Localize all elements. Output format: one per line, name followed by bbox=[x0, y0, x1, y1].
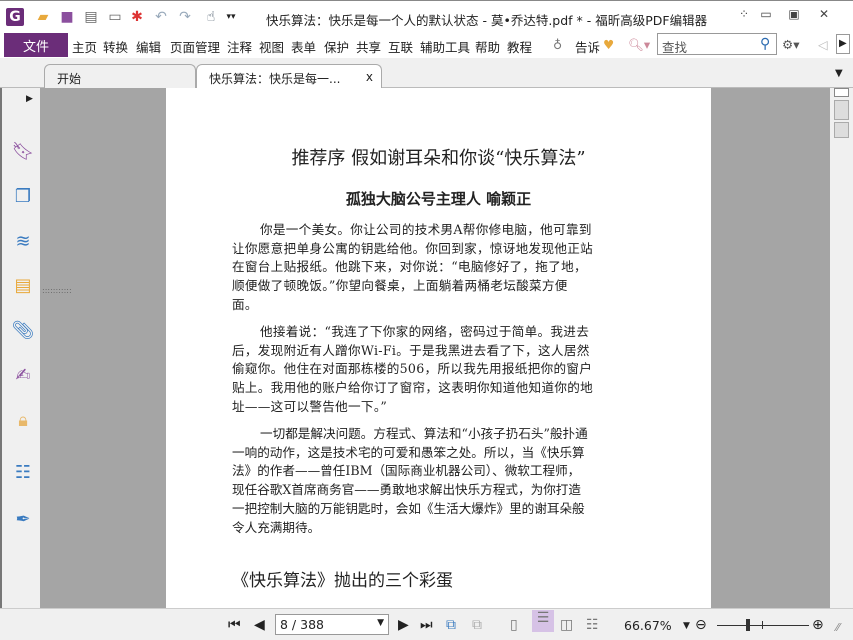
search-input[interactable]: 查找 bbox=[657, 33, 777, 55]
bookmark-icon[interactable]: 🔖︎ bbox=[10, 138, 36, 164]
tab-label: 快乐算法：快乐是每一... bbox=[209, 72, 341, 86]
menu-comment[interactable]: 注释 bbox=[227, 37, 252, 56]
document-subtitle: 孤独大脑公号主理人 喻颖正 bbox=[345, 190, 532, 208]
customize-dropdown-icon[interactable]: ▾▾ bbox=[222, 8, 240, 26]
print-icon[interactable]: ▤ bbox=[82, 8, 100, 26]
menu-protect[interactable]: 保护 bbox=[324, 37, 349, 56]
page-number: 8 / 388 bbox=[280, 617, 324, 632]
title-bar: G ▰ ■ ▤ ▭ ✱ ↶ ↷ ☝ ▾▾ 快乐算法：快乐是每一个人的默认状态 -… bbox=[0, 0, 853, 32]
security-icon[interactable]: 🔒︎ bbox=[10, 407, 36, 433]
undo-icon[interactable]: ↶ bbox=[152, 8, 170, 26]
next-page-icon[interactable]: ▶ bbox=[398, 617, 409, 633]
status-bar: ⏮ ◀ 8 / 388 ▼ ▶ ⏭ ⧉ ⧉ ▯ ☰ ◫ ☷ 66.67% ▼ ⊖ … bbox=[0, 608, 853, 640]
foxit-logo-icon[interactable]: G bbox=[6, 8, 24, 26]
tab-document[interactable]: 快乐算法：快乐是每一... x bbox=[196, 64, 382, 88]
menu-accessibility[interactable]: 辅助工具 bbox=[420, 37, 470, 56]
menu-tutorial[interactable]: 教程 bbox=[507, 37, 532, 56]
redo-icon[interactable]: ↷ bbox=[176, 8, 194, 26]
zoom-slider[interactable] bbox=[717, 625, 809, 626]
facing-page-icon[interactable]: ◫ bbox=[560, 617, 573, 633]
new-icon[interactable]: ✱ bbox=[128, 8, 146, 26]
section-heading: 《快乐算法》抛出的三个彩蛋 bbox=[232, 571, 453, 591]
restore-grid-icon[interactable]: ⁘ bbox=[734, 7, 754, 25]
zoom-slider-thumb[interactable] bbox=[746, 619, 750, 631]
tab-start[interactable]: 开始 bbox=[44, 64, 196, 88]
panel-resize-handle[interactable]: ::::::::::: bbox=[42, 287, 72, 295]
pages-icon[interactable]: ❐ bbox=[10, 183, 36, 209]
open-folder-icon[interactable]: ▰ bbox=[34, 8, 52, 26]
find-folder-icon[interactable]: 🔍︎▾ bbox=[628, 37, 650, 53]
continuous-facing-icon[interactable]: ☷ bbox=[586, 617, 599, 633]
lightbulb-icon: ♁ bbox=[553, 37, 563, 52]
menu-convert[interactable]: 转换 bbox=[103, 37, 128, 56]
menu-form[interactable]: 表单 bbox=[291, 37, 316, 56]
tab-label: 开始 bbox=[57, 72, 82, 86]
zoom-dropdown-icon[interactable]: ▼ bbox=[683, 621, 690, 631]
zoom-in-icon[interactable]: ⊕ bbox=[812, 617, 824, 633]
menu-view[interactable]: 视图 bbox=[259, 37, 284, 56]
hand-tool-icon[interactable]: ☝ bbox=[202, 8, 220, 26]
last-page-icon[interactable]: ⏭ bbox=[420, 617, 433, 633]
scroll-up-button[interactable] bbox=[834, 88, 849, 97]
menu-connect[interactable]: 互联 bbox=[388, 37, 413, 56]
vertical-scrollbar[interactable] bbox=[830, 88, 853, 608]
save-icon[interactable]: ■ bbox=[58, 8, 76, 26]
zoom-out-icon[interactable]: ⊖ bbox=[695, 617, 707, 633]
tab-list-dropdown-icon[interactable]: ▼ bbox=[835, 68, 843, 79]
close-icon[interactable]: ✕ bbox=[814, 7, 834, 25]
scroll-left-icon[interactable]: ◁ bbox=[818, 37, 828, 52]
zoom-level[interactable]: 66.67% bbox=[624, 618, 672, 633]
file-menu[interactable]: 文件 bbox=[4, 33, 68, 57]
menu-edit[interactable]: 编辑 bbox=[136, 37, 161, 56]
ribbon-menu: 文件 主页 转换 编辑 页面管理 注释 视图 表单 保护 共享 互联 辅助工具 … bbox=[0, 32, 853, 58]
navigation-panel: ▶ 🔖︎ ❐ ≋ ▤ 📎︎ ✍ 🔒︎ ☷ ✒ bbox=[0, 88, 40, 608]
maximize-icon[interactable]: ▣ bbox=[784, 7, 804, 25]
document-title: 推荐序 假如谢耳朵和你谈“快乐算法” bbox=[291, 148, 586, 169]
tab-bar: 开始 快乐算法：快乐是每一... x ▼ bbox=[0, 58, 853, 88]
paragraph-2: 他接着说：“我连了下你家的网络，密码过于简单。我进去 后，发现附近有人蹭你Wi-F… bbox=[232, 324, 594, 414]
properties-icon[interactable]: ▭ bbox=[106, 8, 124, 26]
pdf-page: 推荐序 假如谢耳朵和你谈“快乐算法” 孤独大脑公号主理人 喻颖正 你是一个美女。… bbox=[166, 88, 711, 608]
window-title: 快乐算法：快乐是每一个人的默认状态 - 莫•乔达特.pdf * - 福昕高级PD… bbox=[266, 13, 708, 28]
previous-view-icon[interactable]: ⧉ bbox=[446, 617, 456, 633]
scroll-thumb[interactable] bbox=[834, 122, 849, 138]
attachment-icon[interactable]: 📎︎ bbox=[10, 317, 36, 343]
search-icon[interactable]: ⚲ bbox=[760, 36, 770, 52]
previous-page-icon[interactable]: ◀ bbox=[254, 617, 265, 633]
zoom-slider-tick bbox=[762, 621, 763, 629]
scroll-right-icon[interactable]: ▶ bbox=[836, 34, 850, 54]
page-number-input[interactable]: 8 / 388 ▼ bbox=[275, 614, 389, 635]
paragraph-1: 你是一个美女。你让公司的技术男A帮你修电脑，他可靠到 让你愿意把单身公寓的钥匙给他… bbox=[232, 222, 594, 312]
comments-icon[interactable]: ▤ bbox=[10, 272, 36, 298]
minimize-icon[interactable]: ▭ bbox=[756, 7, 776, 25]
scroll-thumb[interactable] bbox=[834, 100, 849, 120]
signature-icon[interactable]: ✍ bbox=[10, 362, 36, 388]
certify-icon[interactable]: ✒ bbox=[10, 506, 36, 532]
paragraph-3: 一切都是解决问题。方程式、算法和“小孩子扔石头”般扑通 一响的动作，这是技术宅的可… bbox=[232, 426, 588, 535]
menu-home[interactable]: 主页 bbox=[72, 37, 97, 56]
single-page-icon[interactable]: ▯ bbox=[510, 617, 518, 633]
menu-organize[interactable]: 页面管理 bbox=[170, 37, 220, 56]
expand-panel-icon[interactable]: ▶ bbox=[26, 94, 33, 104]
form-icon[interactable]: ☷ bbox=[10, 459, 36, 485]
tell-me[interactable]: 告诉 bbox=[575, 37, 600, 56]
continuous-page-icon[interactable]: ☰ bbox=[532, 610, 554, 632]
menu-help[interactable]: 帮助 bbox=[475, 37, 500, 56]
heart-icon[interactable]: ♥ bbox=[603, 37, 614, 52]
layers-icon[interactable]: ≋ bbox=[10, 228, 36, 254]
next-view-icon[interactable]: ⧉ bbox=[472, 617, 482, 633]
resize-grip-icon[interactable]: ⁄⁄ bbox=[836, 621, 840, 634]
first-page-icon[interactable]: ⏮ bbox=[228, 617, 241, 633]
tab-close-icon[interactable]: x bbox=[366, 70, 373, 84]
gear-icon[interactable]: ⚙▾ bbox=[782, 37, 799, 52]
menu-share[interactable]: 共享 bbox=[356, 37, 381, 56]
